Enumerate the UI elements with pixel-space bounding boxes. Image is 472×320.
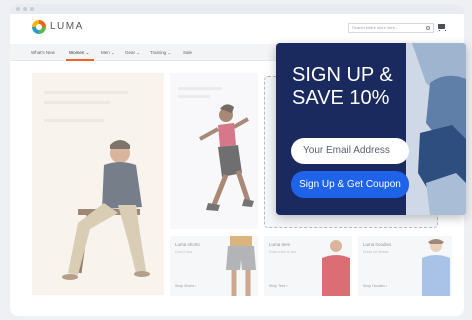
email-placeholder: Your Email Address — [303, 145, 390, 156]
nav-item-training[interactable]: Training ⌄ — [150, 50, 171, 56]
clothing-photo — [406, 43, 466, 215]
nav-item-sale[interactable]: Sale — [183, 50, 192, 55]
popup-headline: SIGN UP & SAVE 10% — [292, 64, 393, 110]
cart-icon[interactable] — [438, 24, 446, 31]
window-dot — [16, 7, 20, 11]
luma-logo-icon[interactable] — [32, 20, 46, 34]
browser-chrome — [10, 4, 464, 14]
nav-item-whats-new[interactable]: What's New — [31, 50, 55, 55]
headline-line-1: SIGN UP & — [292, 64, 393, 86]
email-input[interactable]: Your Email Address — [291, 138, 409, 164]
window-dot — [23, 7, 27, 11]
nav-item-women[interactable]: Women ⌄ — [69, 50, 89, 56]
nav-item-men[interactable]: Men ⌄ — [101, 50, 115, 56]
window-dot — [30, 7, 34, 11]
search-placeholder: Search entire store here... — [352, 25, 399, 30]
search-icon[interactable] — [426, 26, 430, 30]
nav-item-gear[interactable]: Gear ⌄ — [125, 50, 140, 56]
search-input[interactable]: Search entire store here... — [348, 23, 434, 33]
store-logo-text[interactable]: LUMA — [50, 21, 84, 32]
signup-coupon-button[interactable]: Sign Up & Get Coupon — [291, 171, 409, 198]
nav-active-indicator — [66, 59, 94, 61]
headline-line-2: SAVE 10% — [292, 87, 390, 109]
